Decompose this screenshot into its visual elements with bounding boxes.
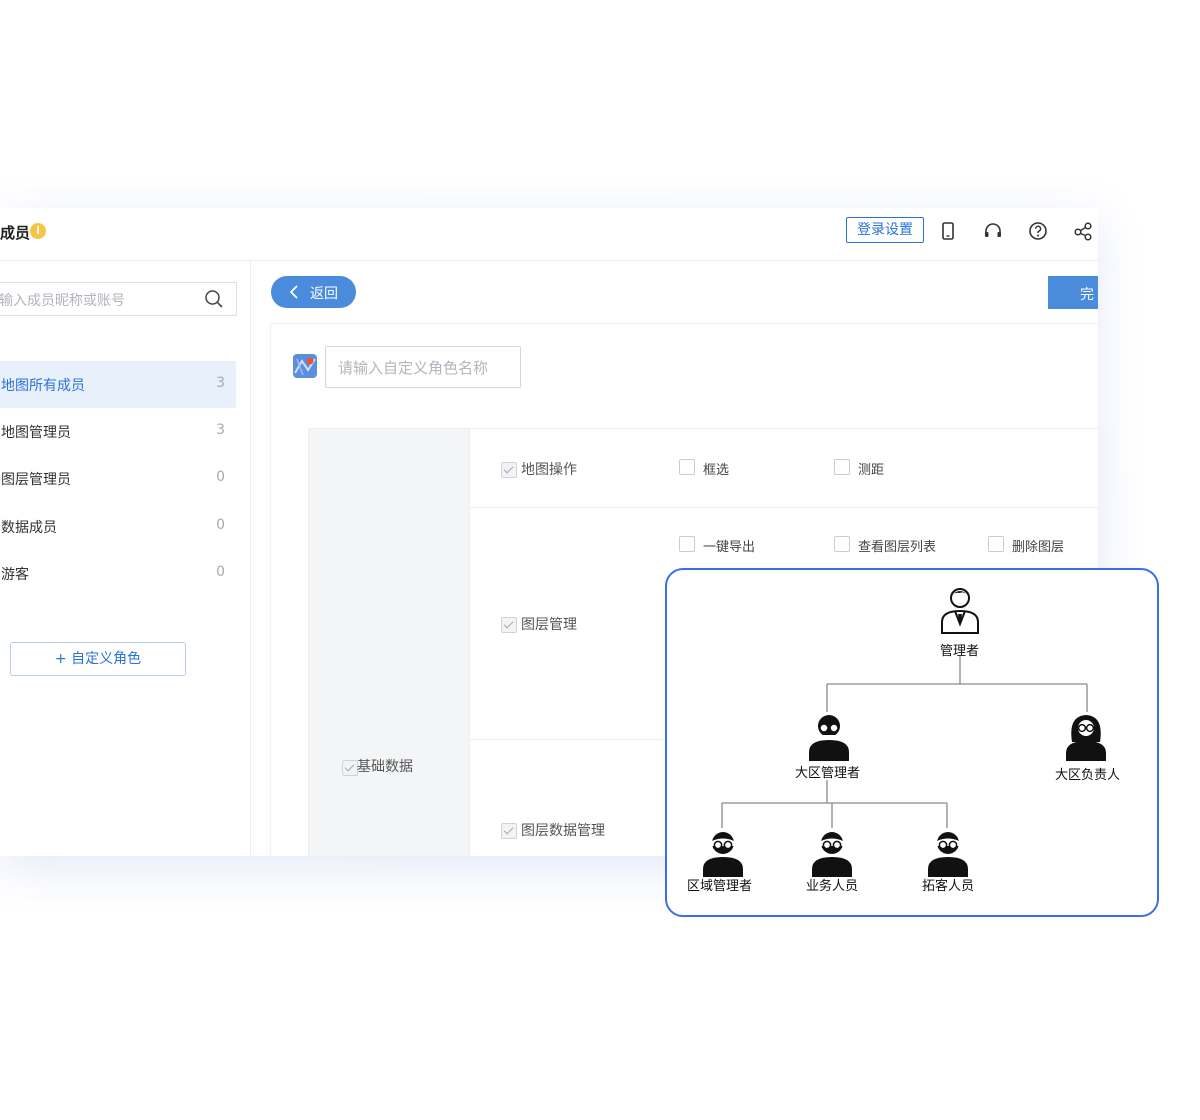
sidebar-item-all-members[interactable]: 地图所有成员 3 (0, 361, 236, 408)
share-icon[interactable] (1072, 220, 1094, 242)
sidebar-item-count: 0 (216, 564, 225, 580)
regional-manager-icon (809, 715, 849, 761)
chevron-left-icon (289, 285, 298, 299)
help-icon[interactable] (1027, 220, 1049, 242)
group-label: 地图操作 (521, 462, 577, 478)
permission-group-column: 地图操作 图层管理 图层数据管理 (469, 428, 650, 856)
permission-checkbox-view-layers[interactable] (834, 536, 850, 552)
sidebar-item-guests[interactable]: 游客 0 (0, 550, 236, 597)
sidebar-item-label: 游客 (1, 567, 29, 583)
permission-checkbox-export[interactable] (679, 536, 695, 552)
sidebar-item-count: 3 (216, 422, 225, 438)
outreach-staff-icon (928, 832, 968, 877)
row-divider (648, 507, 1098, 508)
permission-checkbox-delete-layer[interactable] (988, 536, 1004, 552)
org-node-label: 大区负责人 (1055, 768, 1121, 783)
sidebar-item-label: 图层管理员 (1, 472, 71, 488)
permission-label: 框选 (703, 463, 730, 478)
map-role-icon (293, 354, 317, 378)
manager-icon (941, 588, 979, 634)
info-icon[interactable]: i (30, 223, 46, 239)
sales-staff-icon (812, 832, 852, 877)
sidebar-item-label: 地图管理员 (1, 425, 71, 441)
regional-head-icon (1066, 715, 1106, 761)
category-label: 基础数据 (357, 759, 413, 775)
page-title: 成员 (0, 224, 31, 242)
org-node-label: 拓客人员 (922, 879, 975, 894)
permission-label: 删除图层 (1012, 540, 1065, 555)
sidebar-item-count: 0 (216, 469, 225, 485)
permission-label: 查看图层列表 (858, 540, 937, 555)
org-node-label: 大区管理者 (795, 766, 861, 781)
row-divider (470, 507, 649, 508)
member-search-input[interactable]: 输入成员昵称或账号 (0, 282, 237, 316)
category-checkbox[interactable] (342, 760, 358, 776)
group-checkbox-layer-mgmt[interactable] (501, 617, 517, 633)
login-settings-button[interactable]: 登录设置 (846, 217, 924, 243)
permission-checkbox-box-select[interactable] (679, 459, 695, 475)
row-divider (470, 739, 649, 740)
area-manager-icon (703, 832, 743, 877)
permission-label: 一键导出 (703, 540, 756, 555)
add-custom-role-button[interactable]: + 自定义角色 (10, 642, 186, 676)
org-node-label: 业务人员 (806, 879, 859, 894)
sidebar-item-label: 地图所有成员 (1, 378, 85, 394)
org-chart-card: 管理者 大区管理者 大区负责人 区域管理者 业务人员 拓客人员 (665, 568, 1159, 917)
group-label: 图层管理 (521, 617, 577, 633)
sidebar-item-count: 0 (216, 517, 225, 533)
role-name-input[interactable]: 请输入自定义角色名称 (325, 346, 521, 388)
org-node-label: 管理者 (940, 644, 980, 659)
sidebar: 输入成员昵称或账号 地图所有成员 3 地图管理员 3 图层管理员 0 数据成员 … (0, 261, 251, 856)
top-bar: 成员 i 登录设置 (0, 208, 1098, 261)
back-label: 返回 (310, 286, 338, 302)
done-label: 完 (1080, 287, 1094, 303)
sidebar-item-map-admins[interactable]: 地图管理员 3 (0, 408, 236, 455)
search-icon[interactable] (204, 289, 224, 309)
sidebar-item-label: 数据成员 (1, 520, 57, 536)
permission-label: 测距 (858, 463, 885, 478)
role-name-placeholder: 请输入自定义角色名称 (338, 359, 489, 377)
group-label: 图层数据管理 (521, 823, 605, 839)
sidebar-item-layer-admins[interactable]: 图层管理员 0 (0, 455, 236, 502)
search-placeholder: 输入成员昵称或账号 (0, 293, 125, 309)
sidebar-item-data-members[interactable]: 数据成员 0 (0, 503, 236, 550)
done-button[interactable]: 完 (1048, 276, 1098, 309)
sidebar-item-count: 3 (216, 375, 225, 391)
mobile-icon[interactable] (937, 220, 959, 242)
org-node-label: 区域管理者 (687, 879, 753, 894)
headset-icon[interactable] (982, 220, 1004, 242)
permission-checkbox-measure[interactable] (834, 459, 850, 475)
permission-category-cell: 基础数据 (308, 428, 470, 856)
group-checkbox-map-ops[interactable] (501, 462, 517, 478)
group-checkbox-layer-data[interactable] (501, 823, 517, 839)
back-button[interactable]: 返回 (271, 276, 356, 308)
